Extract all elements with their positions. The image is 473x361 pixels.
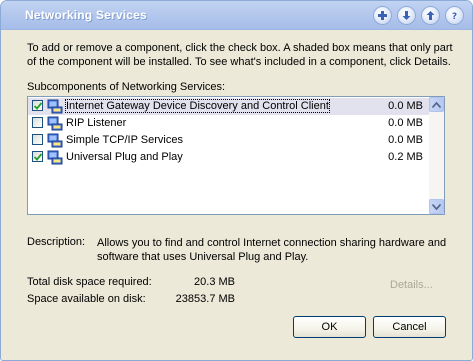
component-row[interactable]: Internet Gateway Device Discovery and Co… [28,98,431,115]
plus-icon[interactable] [373,6,392,25]
chevron-up-icon [432,101,441,108]
network-component-icon [47,133,63,148]
arrow-down-icon[interactable] [397,6,416,25]
scroll-down-button[interactable] [429,199,444,214]
component-size: 0.0 MB [388,134,423,146]
available-disk-label: Space available on disk: [27,293,146,305]
component-name: Internet Gateway Device Discovery and Co… [65,99,330,113]
network-component-icon [47,116,63,131]
network-component-icon [47,150,63,165]
arrow-up-icon[interactable] [421,6,440,25]
components-listbox[interactable]: Internet Gateway Device Discovery and Co… [27,96,445,215]
scroll-up-button[interactable] [429,97,444,112]
description-text: Allows you to find and control Internet … [97,237,447,263]
subcomponents-label: Subcomponents of Networking Services: [27,81,226,93]
details-button[interactable]: Details... [390,279,433,291]
chevron-down-icon [432,203,441,210]
network-component-icon [47,99,63,114]
ok-button[interactable]: OK [293,316,366,338]
cancel-button[interactable]: Cancel [373,316,446,338]
component-checkbox[interactable] [32,117,43,128]
total-disk-value: 20.3 MB [194,276,235,288]
window-title: Networking Services [25,8,147,22]
component-name: Universal Plug and Play [66,151,183,163]
component-row[interactable]: Simple TCP/IP Services 0.0 MB [28,132,431,149]
dialog-body: To add or remove a component, click the … [1,30,472,360]
component-name: RIP Listener [66,117,127,129]
description-label: Description: [27,236,86,248]
total-disk-label: Total disk space required: [27,276,152,288]
component-checkbox[interactable] [32,134,43,145]
component-size: 0.2 MB [388,151,423,163]
help-icon[interactable]: ? [445,6,464,25]
component-size: 0.0 MB [388,100,423,112]
scroll-track[interactable] [429,112,444,199]
available-disk-value: 23853.7 MB [175,293,235,305]
component-name: Simple TCP/IP Services [66,134,183,146]
svg-text:?: ? [452,12,457,21]
title-bar[interactable]: Networking Services ? [1,1,472,30]
vertical-scrollbar[interactable] [429,97,444,214]
component-checkbox[interactable] [32,151,43,162]
component-checkbox[interactable] [32,100,43,111]
instructions-text: To add or remove a component, click the … [27,42,453,68]
networking-services-dialog: Networking Services ? To add or remove a… [0,0,473,361]
component-size: 0.0 MB [388,117,423,129]
component-row[interactable]: Universal Plug and Play 0.2 MB [28,149,431,166]
component-row[interactable]: RIP Listener 0.0 MB [28,115,431,132]
